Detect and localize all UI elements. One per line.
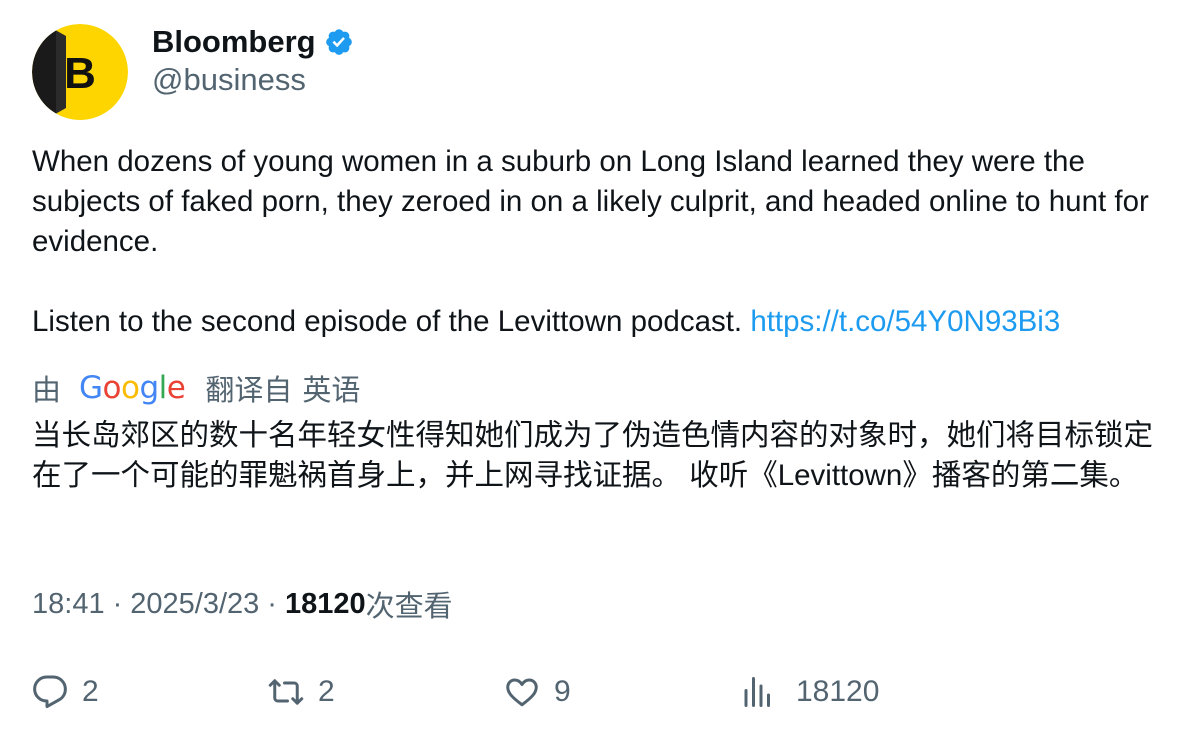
tweet-date[interactable]: 2025/3/23 — [130, 588, 259, 621]
retweet-button[interactable]: 2 — [268, 670, 335, 714]
author-handle[interactable]: @business — [152, 62, 306, 98]
views-count: 18120 — [284, 587, 366, 620]
tweet-text: When dozens of young women in a suburb o… — [32, 142, 1172, 342]
analytics-icon — [744, 677, 770, 707]
heart-icon — [506, 678, 538, 707]
tweet-paragraph-2: Listen to the second episode of the Levi… — [32, 302, 1172, 342]
source-language: 英语 — [302, 375, 361, 407]
tweet-meta: 18:41 · 2025/3/23 · 18120 次查看 — [32, 584, 453, 624]
retweet-icon — [268, 679, 304, 705]
tweet-time[interactable]: 18:41 — [32, 588, 105, 621]
bloomberg-logo-icon: B — [32, 24, 128, 120]
like-count: 9 — [554, 675, 571, 708]
views-action-count: 18120 — [796, 675, 880, 708]
reply-button[interactable]: 2 — [32, 670, 99, 714]
like-button[interactable]: 9 — [504, 670, 571, 714]
translated-text: 当长岛郊区的数十名年轻女性得知她们成为了伪造色情内容的对象时，她们将目标锁定在了… — [32, 419, 1154, 492]
action-bar: 2 2 9 18120 — [32, 670, 1172, 714]
meta-separator: · — [267, 587, 277, 620]
reply-icon — [33, 675, 67, 709]
views-label: 次查看 — [365, 591, 453, 623]
translation-attribution: 由 Google 翻译自 英语 — [32, 366, 360, 410]
verified-badge-icon[interactable] — [324, 27, 354, 57]
author-name-row: Bloomberg — [152, 22, 354, 62]
views-button[interactable]: 18120 — [740, 670, 879, 714]
svg-text:B: B — [64, 49, 96, 98]
display-name[interactable]: Bloomberg — [152, 24, 316, 60]
retweet-count: 2 — [318, 675, 335, 708]
reply-count: 2 — [82, 675, 99, 708]
avatar[interactable]: B — [32, 24, 128, 120]
translated-from-label: 翻译自 — [205, 375, 293, 407]
translated-by-label: 由 — [32, 375, 62, 407]
meta-separator: · — [112, 587, 123, 620]
tweet-paragraph-2-text: Listen to the second episode of the Levi… — [32, 305, 751, 338]
tweet-paragraph-1: When dozens of young women in a suburb o… — [32, 145, 1149, 258]
google-logo-icon: Google — [79, 370, 186, 406]
tweet-link[interactable]: https://t.co/54Y0N93Bi3 — [750, 305, 1060, 338]
